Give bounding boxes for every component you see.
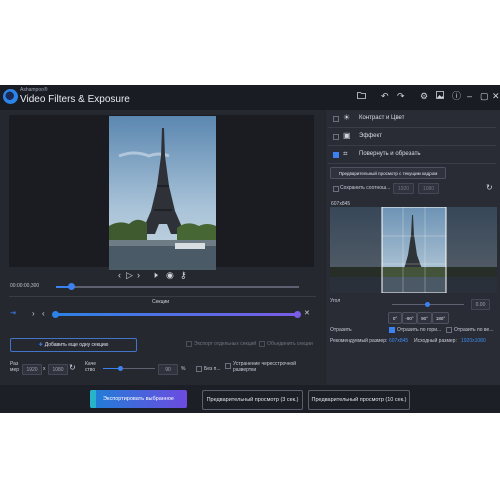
- angle-label: Угол: [330, 298, 341, 304]
- crop-preview[interactable]: [330, 207, 497, 293]
- crop-width-field[interactable]: 1920: [393, 183, 414, 194]
- divider: [328, 163, 496, 164]
- mirror-vertical-label: Отразить по ве...: [454, 327, 494, 333]
- reset-crop-icon[interactable]: ↻: [486, 183, 493, 192]
- width-field[interactable]: 1920: [22, 364, 42, 375]
- angle-field[interactable]: 0.00: [471, 299, 490, 310]
- maximize-icon[interactable]: ▢: [480, 91, 489, 101]
- section-range-bar[interactable]: [54, 313, 298, 316]
- recommended-size-link[interactable]: 607x845: [389, 338, 408, 344]
- folder-icon[interactable]: [357, 91, 366, 101]
- quality-slider-handle[interactable]: [117, 366, 123, 371]
- effect-checkbox[interactable]: [333, 134, 339, 140]
- export-separate-label: Экспорт отдельных секций: [194, 341, 257, 347]
- prev-frame-icon[interactable]: ‹: [118, 270, 121, 280]
- play-icon[interactable]: ▷: [126, 270, 133, 281]
- size-label: Раз мер: [10, 361, 19, 373]
- deinterlace-label: Устранение чересстрочной развертки: [233, 361, 297, 373]
- export-accent: [90, 390, 96, 408]
- crop-height-field[interactable]: 1080: [418, 183, 439, 194]
- lossless-label: Без п...: [204, 366, 221, 372]
- preview-3s-button[interactable]: Предварительный просмотр (3 сек.): [202, 390, 303, 410]
- percent-label: %: [181, 366, 186, 372]
- section-back-icon[interactable]: ‹: [42, 309, 45, 318]
- divider: [328, 127, 496, 128]
- quality-label: Каче ство: [85, 361, 96, 373]
- export-label: Экспортировать выбранное: [103, 396, 174, 402]
- eye-icon[interactable]: ◉: [166, 270, 174, 281]
- section-end-handle[interactable]: [294, 311, 301, 318]
- quality-field[interactable]: 90: [158, 364, 178, 375]
- mirror-horizontal-label: Отразить по гори...: [397, 327, 442, 333]
- contrast-checkbox[interactable]: [333, 116, 339, 122]
- mirror-vertical-checkbox[interactable]: [446, 327, 452, 333]
- reset-size-icon[interactable]: ↻: [69, 363, 76, 372]
- sun-icon: ☀: [343, 113, 351, 122]
- merge-sections-label: Объединить секции: [267, 341, 313, 347]
- rotate-crop-checkbox[interactable]: [333, 152, 339, 158]
- rotate-crop-label[interactable]: Повернуть и обрезать: [359, 151, 420, 157]
- recommended-size-label: Рекомендуемый размер:: [330, 338, 388, 344]
- source-size-label: Исходный размер:: [414, 338, 457, 344]
- effect-icon: ▣: [343, 131, 351, 140]
- image-icon[interactable]: [436, 91, 444, 101]
- rotate-90-button[interactable]: 90°: [417, 312, 432, 324]
- preview-10s-button[interactable]: Предварительный просмотр (10 сек.): [308, 390, 410, 410]
- section-prev-icon[interactable]: ›: [32, 309, 35, 318]
- times-sign: x: [43, 366, 46, 372]
- close-icon[interactable]: ✕: [492, 91, 500, 101]
- minimize-icon[interactable]: –: [467, 91, 472, 101]
- crop-size-label: 607x845: [331, 201, 351, 207]
- merge-sections-checkbox[interactable]: [259, 341, 265, 347]
- seek-handle[interactable]: [67, 283, 75, 290]
- next-frame-icon[interactable]: ›: [137, 270, 140, 280]
- mirror-label: Отразить: [330, 327, 352, 333]
- preview-current-frame-button[interactable]: Предварительный просмотр с текущим кадро…: [330, 167, 446, 179]
- section-export-icon[interactable]: ⇥: [10, 309, 16, 317]
- height-field[interactable]: 1080: [48, 364, 68, 375]
- sections-title: Секции: [152, 299, 170, 305]
- app-title: Video Filters & Exposure: [20, 94, 130, 105]
- save-ratio-checkbox[interactable]: [333, 186, 339, 192]
- effect-label[interactable]: Эффект: [359, 133, 382, 139]
- video-frame-image: [109, 116, 216, 270]
- export-button[interactable]: Экспортировать выбранное: [90, 390, 187, 408]
- rotate-180-button[interactable]: 180°: [432, 312, 449, 324]
- seek-bar[interactable]: [56, 286, 299, 288]
- info-icon[interactable]: ⓘ: [452, 91, 461, 101]
- section-remove-icon[interactable]: ✕: [304, 309, 310, 317]
- undo-icon[interactable]: ↶: [381, 91, 389, 101]
- contrast-label[interactable]: Контраст и Цвет: [359, 115, 404, 121]
- mirror-horizontal-checkbox[interactable]: [389, 327, 395, 333]
- deinterlace-checkbox[interactable]: [225, 363, 231, 369]
- save-ratio-label: Сохранить соотнош...: [340, 185, 391, 191]
- divider: [9, 296, 316, 297]
- app-logo-icon: [3, 89, 18, 104]
- plus-icon: ✚: [38, 342, 43, 348]
- brand-name: Ashampoo®: [20, 87, 48, 93]
- title-bar: Ashampoo® Video Filters & Exposure ↶ ↷ ⚙…: [0, 85, 500, 110]
- rotate-0-button[interactable]: 0°: [388, 312, 402, 324]
- volume-icon[interactable]: 🕨: [152, 270, 158, 281]
- export-separate-checkbox[interactable]: [186, 341, 192, 347]
- divider: [328, 145, 496, 146]
- crop-icon: ⌗: [343, 149, 348, 158]
- key-icon[interactable]: ⚷: [180, 270, 187, 281]
- redo-icon[interactable]: ↷: [397, 91, 405, 101]
- section-start-handle[interactable]: [52, 311, 59, 318]
- angle-slider-handle[interactable]: [425, 302, 430, 307]
- lossless-checkbox[interactable]: [196, 366, 202, 372]
- add-section-label: Добавить еще одну секцию: [44, 342, 109, 348]
- playback-time: 00:00:00,300: [10, 283, 40, 289]
- quality-slider[interactable]: [103, 368, 155, 369]
- source-size-link[interactable]: 1920x1080: [461, 338, 486, 344]
- gear-icon[interactable]: ⚙: [420, 91, 428, 101]
- rotate-minus90-button[interactable]: -90°: [402, 312, 417, 324]
- add-section-button[interactable]: ✚ Добавить еще одну секцию: [10, 338, 137, 352]
